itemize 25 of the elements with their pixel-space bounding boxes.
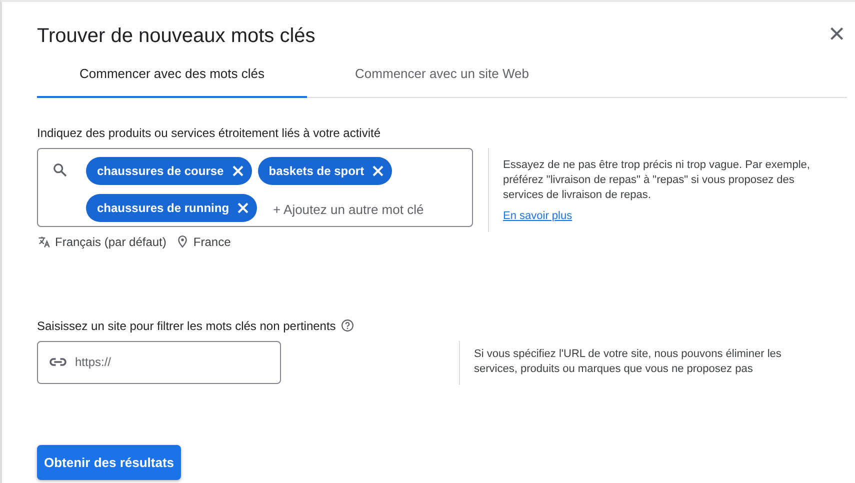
location-pin-icon <box>176 235 190 248</box>
remove-icon[interactable] <box>237 202 250 214</box>
help-text: Si vous spécifiez l'URL de votre site, nous pouvons éliminer les services, produits ou marques que vous ne proposez pas <box>474 346 782 376</box>
keyword-chip: baskets de sport <box>258 156 392 184</box>
dialog-title: Trouver de nouveaux mots clés <box>37 24 316 49</box>
tab[interactable]: Commencer avec un site Web <box>307 56 577 98</box>
keyword-chip: chaussures de running <box>86 194 258 222</box>
link-icon <box>49 356 67 366</box>
submit-button[interactable]: Obtenir des résultats <box>37 444 182 480</box>
remove-icon[interactable] <box>232 164 244 176</box>
keyword-field[interactable]: chaussures de course baskets de sport chaussures de running + Ajoutez un autre mot clé <box>37 148 473 226</box>
translate-icon <box>37 234 51 248</box>
field-label: Saisissez un site pour filtrer les mots clés non pertinents <box>37 318 336 334</box>
url-field[interactable]: https:// <box>37 340 281 384</box>
remove-icon[interactable] <box>372 164 384 176</box>
field-label: Indiquez des produits ou services étroitement liés à votre activité <box>37 124 382 142</box>
help-icon[interactable] <box>340 319 354 332</box>
close-button[interactable]: × <box>824 20 849 48</box>
keyword-chip: chaussures de course <box>86 156 252 184</box>
learn-more-link[interactable]: En savoir plus <box>503 208 572 224</box>
location-label[interactable]: France <box>193 232 231 250</box>
language-label[interactable]: Français (par défaut) <box>55 232 166 250</box>
tab[interactable]: Commencer avec des mots clés <box>37 56 307 98</box>
search-icon <box>52 162 68 178</box>
help-text: Essayez de ne pas être trop précis ni trop vague. Par exemple, préférez "livraison de repas" à "repas" si vous proposez des services de livraison de repas. <box>503 158 811 202</box>
